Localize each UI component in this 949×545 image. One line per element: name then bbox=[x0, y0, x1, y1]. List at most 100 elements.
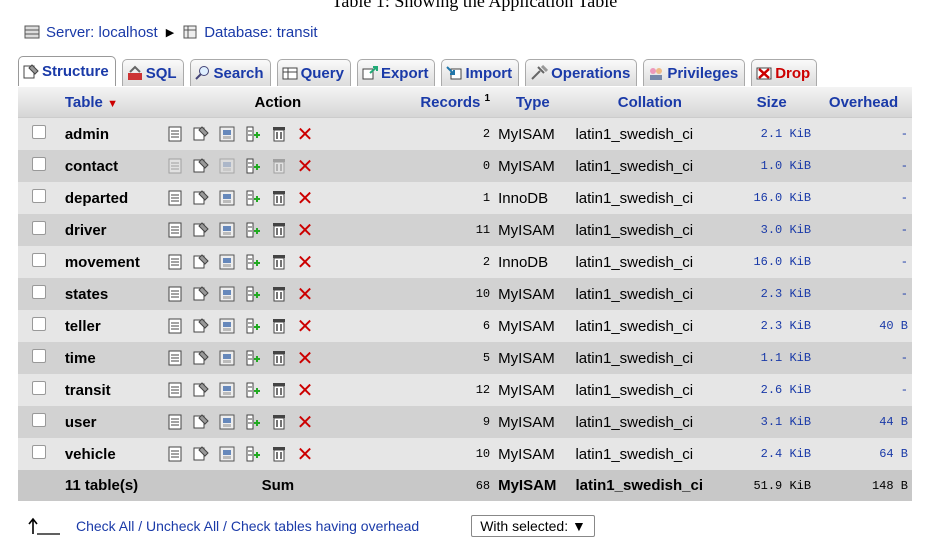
tab-drop[interactable]: Drop bbox=[751, 59, 818, 86]
overhead-cell[interactable]: - bbox=[815, 182, 912, 214]
structure-icon[interactable] bbox=[188, 382, 214, 398]
drop-icon[interactable]: ✕ bbox=[292, 378, 318, 402]
empty-icon[interactable] bbox=[266, 158, 292, 174]
table-name-link[interactable]: transit bbox=[60, 374, 158, 406]
table-name-link[interactable]: contact bbox=[60, 150, 158, 182]
size-cell[interactable]: 2.3 KiB bbox=[728, 310, 816, 342]
size-cell[interactable]: 1.1 KiB bbox=[728, 342, 816, 374]
browse-icon[interactable] bbox=[162, 222, 188, 238]
row-checkbox[interactable] bbox=[32, 413, 47, 427]
structure-icon[interactable] bbox=[188, 414, 214, 430]
drop-icon[interactable]: ✕ bbox=[292, 314, 318, 338]
browse-icon[interactable] bbox=[162, 414, 188, 430]
drop-icon[interactable]: ✕ bbox=[292, 410, 318, 434]
size-cell[interactable]: 3.0 KiB bbox=[728, 214, 816, 246]
browse-icon[interactable] bbox=[162, 158, 188, 174]
row-checkbox[interactable] bbox=[32, 285, 47, 299]
insert-icon[interactable] bbox=[240, 350, 266, 366]
overhead-cell[interactable]: - bbox=[815, 117, 912, 150]
breadcrumb-database-link[interactable]: Database: transit bbox=[204, 24, 317, 41]
records-column-header[interactable]: Records 1 bbox=[397, 87, 495, 118]
insert-icon[interactable] bbox=[240, 126, 266, 142]
browse-icon[interactable] bbox=[162, 126, 188, 142]
overhead-cell[interactable]: 44 B bbox=[815, 406, 912, 438]
empty-icon[interactable] bbox=[266, 382, 292, 398]
drop-icon[interactable]: ✕ bbox=[292, 250, 318, 274]
search-icon[interactable] bbox=[214, 350, 240, 366]
browse-icon[interactable] bbox=[162, 318, 188, 334]
overhead-cell[interactable]: - bbox=[815, 246, 912, 278]
search-icon[interactable] bbox=[214, 126, 240, 142]
browse-icon[interactable] bbox=[162, 382, 188, 398]
search-icon[interactable] bbox=[214, 190, 240, 206]
insert-icon[interactable] bbox=[240, 222, 266, 238]
size-cell[interactable]: 2.3 KiB bbox=[728, 278, 816, 310]
insert-icon[interactable] bbox=[240, 382, 266, 398]
overhead-cell[interactable]: - bbox=[815, 342, 912, 374]
row-checkbox[interactable] bbox=[32, 157, 47, 171]
tab-export[interactable]: Export bbox=[356, 59, 436, 86]
search-icon[interactable] bbox=[214, 446, 240, 462]
search-icon[interactable] bbox=[214, 382, 240, 398]
overhead-cell[interactable]: - bbox=[815, 278, 912, 310]
overhead-cell[interactable]: - bbox=[815, 150, 912, 182]
search-icon[interactable] bbox=[214, 254, 240, 270]
browse-icon[interactable] bbox=[162, 350, 188, 366]
empty-icon[interactable] bbox=[266, 254, 292, 270]
empty-icon[interactable] bbox=[266, 190, 292, 206]
drop-icon[interactable]: ✕ bbox=[292, 154, 318, 178]
structure-icon[interactable] bbox=[188, 286, 214, 302]
overhead-cell[interactable]: - bbox=[815, 214, 912, 246]
browse-icon[interactable] bbox=[162, 190, 188, 206]
overhead-cell[interactable]: 64 B bbox=[815, 438, 912, 470]
size-cell[interactable]: 16.0 KiB bbox=[728, 182, 816, 214]
drop-icon[interactable]: ✕ bbox=[292, 346, 318, 370]
insert-icon[interactable] bbox=[240, 190, 266, 206]
structure-icon[interactable] bbox=[188, 446, 214, 462]
empty-icon[interactable] bbox=[266, 414, 292, 430]
structure-icon[interactable] bbox=[188, 254, 214, 270]
insert-icon[interactable] bbox=[240, 286, 266, 302]
table-name-link[interactable]: departed bbox=[60, 182, 158, 214]
row-checkbox[interactable] bbox=[32, 317, 47, 331]
row-checkbox[interactable] bbox=[32, 125, 47, 139]
structure-icon[interactable] bbox=[188, 158, 214, 174]
size-cell[interactable]: 2.4 KiB bbox=[728, 438, 816, 470]
table-name-link[interactable]: admin bbox=[60, 117, 158, 150]
drop-icon[interactable]: ✕ bbox=[292, 282, 318, 306]
tab-sql[interactable]: SQL bbox=[121, 59, 184, 86]
search-icon[interactable] bbox=[214, 318, 240, 334]
tab-query[interactable]: Query bbox=[276, 59, 351, 86]
table-name-link[interactable]: vehicle bbox=[60, 438, 158, 470]
table-name-link[interactable]: teller bbox=[60, 310, 158, 342]
overhead-cell[interactable]: 40 B bbox=[815, 310, 912, 342]
table-name-link[interactable]: user bbox=[60, 406, 158, 438]
drop-icon[interactable]: ✕ bbox=[292, 122, 318, 146]
empty-icon[interactable] bbox=[266, 318, 292, 334]
row-checkbox[interactable] bbox=[32, 189, 47, 203]
search-icon[interactable] bbox=[214, 286, 240, 302]
empty-icon[interactable] bbox=[266, 286, 292, 302]
table-name-link[interactable]: time bbox=[60, 342, 158, 374]
insert-icon[interactable] bbox=[240, 318, 266, 334]
tab-operations[interactable]: Operations bbox=[525, 59, 638, 86]
empty-icon[interactable] bbox=[266, 222, 292, 238]
insert-icon[interactable] bbox=[240, 414, 266, 430]
tab-search[interactable]: Search bbox=[189, 59, 271, 86]
drop-icon[interactable]: ✕ bbox=[292, 442, 318, 466]
insert-icon[interactable] bbox=[240, 254, 266, 270]
size-cell[interactable]: 1.0 KiB bbox=[728, 150, 816, 182]
type-column-header[interactable]: Type bbox=[494, 87, 572, 118]
browse-icon[interactable] bbox=[162, 446, 188, 462]
browse-icon[interactable] bbox=[162, 286, 188, 302]
table-name-link[interactable]: states bbox=[60, 278, 158, 310]
insert-icon[interactable] bbox=[240, 446, 266, 462]
table-name-link[interactable]: driver bbox=[60, 214, 158, 246]
size-column-header[interactable]: Size bbox=[728, 87, 816, 118]
size-cell[interactable]: 2.6 KiB bbox=[728, 374, 816, 406]
structure-icon[interactable] bbox=[188, 190, 214, 206]
structure-icon[interactable] bbox=[188, 350, 214, 366]
row-checkbox[interactable] bbox=[32, 221, 47, 235]
overhead-column-header[interactable]: Overhead bbox=[815, 87, 912, 118]
check-all-links[interactable]: Check All / Uncheck All / Check tables h… bbox=[76, 518, 419, 534]
